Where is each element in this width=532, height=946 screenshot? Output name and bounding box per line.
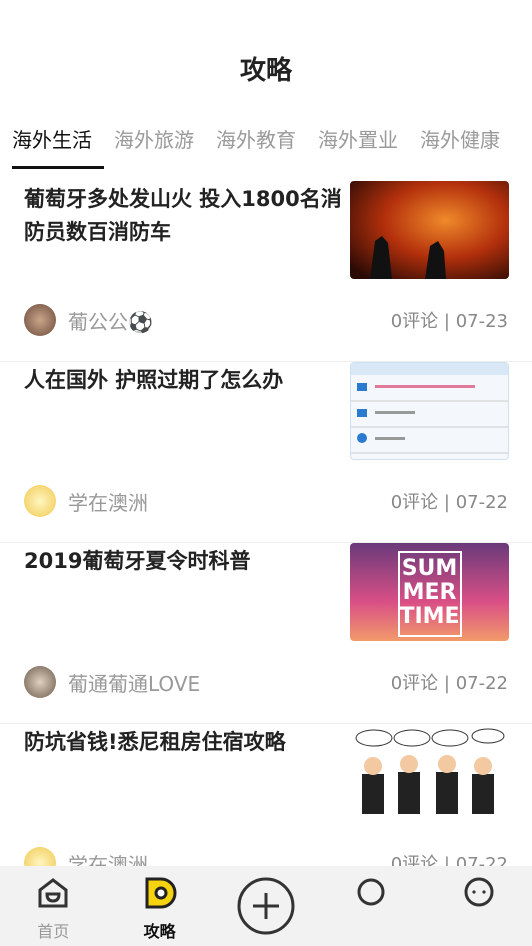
article-thumbnail: SUM MER TIME <box>350 543 509 641</box>
category-tabs: 海外生活 海外旅游 海外教育 海外置业 海外健康 <box>12 124 522 169</box>
page-title: 攻略 <box>239 56 292 86</box>
avatar[interactable] <box>24 304 56 336</box>
comment-date: 0评论 | 07-23 <box>390 311 508 332</box>
article-item[interactable]: 人在国外 护照过期了怎么办 学在澳洲 0评论 | 07-22 <box>0 362 532 543</box>
nav-label: 首页 <box>37 922 70 941</box>
article-title: 葡萄牙多处发山火 投入1800名消防员数百消防车 <box>24 187 342 244</box>
article-thumbnail <box>350 724 509 822</box>
author-name[interactable]: 葡公公⚽ <box>68 306 391 335</box>
image-text: TIME <box>399 604 460 629</box>
bottom-nav: 首页 攻略 <box>0 866 532 946</box>
avatar[interactable] <box>24 666 56 698</box>
tab-overseas-property[interactable]: 海外置业 <box>318 124 398 153</box>
tab-overseas-education[interactable]: 海外教育 <box>216 124 296 153</box>
tab-overseas-health[interactable]: 海外健康 <box>420 124 500 153</box>
comment-date: 0评论 | 07-22 <box>390 673 508 694</box>
author-name[interactable]: 葡通葡通LOVE <box>68 668 391 697</box>
nav-label: 攻略 <box>143 922 176 941</box>
article-title: 人在国外 护照过期了怎么办 <box>24 368 284 392</box>
profile-icon <box>464 877 494 907</box>
nav-profile[interactable] <box>426 866 532 946</box>
article-thumbnail <box>350 362 509 460</box>
tab-overseas-travel[interactable]: 海外旅游 <box>114 124 194 153</box>
nav-home[interactable]: 首页 <box>0 866 106 946</box>
article-title: 防坑省钱!悉尼租房住宿攻略 <box>24 730 286 754</box>
image-text: SUM <box>401 556 458 581</box>
nav-add[interactable] <box>213 866 319 946</box>
chat-icon <box>357 878 385 906</box>
nav-chat[interactable] <box>319 866 425 946</box>
avatar[interactable] <box>24 485 56 517</box>
article-item[interactable]: 葡萄牙多处发山火 投入1800名消防员数百消防车 葡公公⚽ 0评论 | 07-23 <box>0 181 532 362</box>
article-title: 2019葡萄牙夏令时科普 <box>24 549 251 573</box>
guide-icon <box>145 877 177 909</box>
tab-overseas-life[interactable]: 海外生活 <box>12 124 104 169</box>
comment-date: 0评论 | 07-22 <box>390 492 508 513</box>
image-text: MER <box>402 580 457 605</box>
home-icon <box>38 878 68 908</box>
plus-icon <box>237 877 295 935</box>
article-thumbnail <box>350 181 509 279</box>
nav-guide[interactable]: 攻略 <box>106 866 212 946</box>
author-name[interactable]: 学在澳洲 <box>68 487 391 516</box>
article-item[interactable]: 2019葡萄牙夏令时科普 SUM MER TIME 葡通葡通LOVE 0评论 | 07… <box>0 543 532 724</box>
